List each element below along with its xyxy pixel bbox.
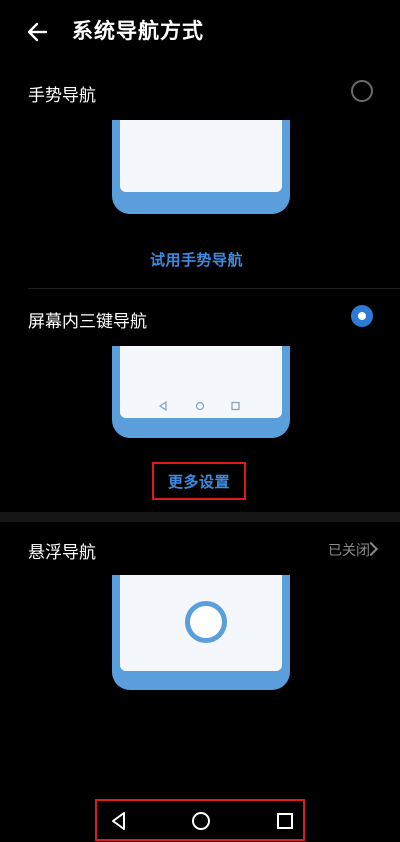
more-settings-button[interactable]: 更多设置: [152, 462, 246, 500]
preview-recents-icon: [231, 401, 240, 411]
preview-back-icon: [158, 400, 167, 412]
divider: [28, 288, 400, 289]
floating-nav-label[interactable]: 悬浮导航: [28, 538, 96, 563]
nav-back-icon[interactable]: [107, 809, 131, 833]
three-key-nav-radio[interactable]: [351, 305, 373, 327]
three-key-nav-label[interactable]: 屏幕内三键导航: [28, 307, 147, 332]
try-gesture-link[interactable]: 试用手势导航: [150, 249, 243, 270]
preview-home-icon: [195, 401, 205, 411]
page-title: 系统导航方式: [72, 19, 204, 43]
preview-screen: [120, 120, 282, 192]
three-key-nav-preview: [112, 346, 290, 438]
floating-nav-preview: [112, 575, 290, 690]
preview-screen: [120, 346, 282, 418]
back-arrow-icon[interactable]: [22, 16, 54, 48]
nav-recents-icon[interactable]: [273, 809, 297, 833]
floating-dock-icon: [185, 601, 227, 643]
section-gap: [0, 512, 400, 522]
nav-home-icon[interactable]: [189, 809, 213, 833]
preview-nav-keys: [158, 400, 240, 412]
gesture-nav-label[interactable]: 手势导航: [28, 81, 96, 106]
preview-screen: [120, 575, 282, 671]
app-header: 系统导航方式: [0, 0, 400, 64]
more-settings-label: 更多设置: [167, 472, 230, 491]
gesture-nav-preview: [112, 120, 290, 214]
gesture-nav-radio[interactable]: [351, 80, 373, 102]
system-nav-bar: [95, 799, 305, 841]
floating-nav-status[interactable]: 已关闭: [328, 540, 370, 560]
